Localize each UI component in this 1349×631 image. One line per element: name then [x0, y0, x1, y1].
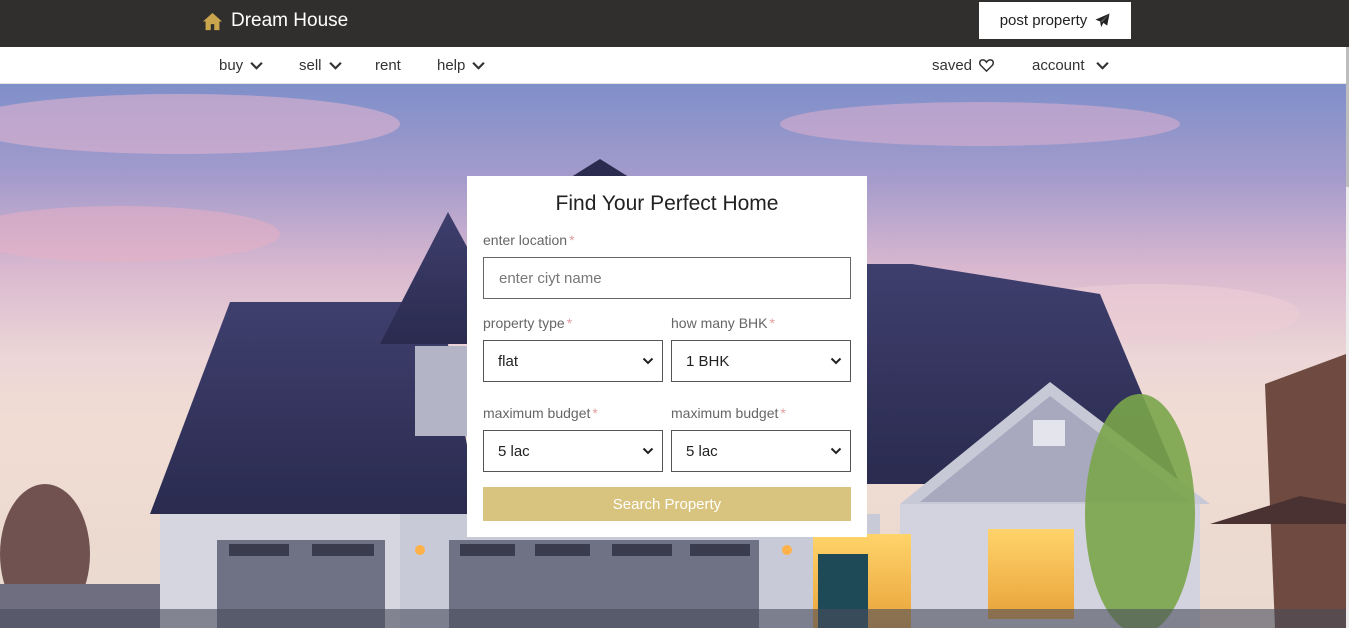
post-property-button[interactable]: post property: [979, 2, 1131, 39]
budget-label-1-text: maximum budget: [483, 405, 591, 421]
budget-value-2: 5 lac: [686, 442, 718, 460]
brand-logo[interactable]: Dream House: [202, 10, 348, 32]
nav-saved[interactable]: saved: [932, 57, 995, 74]
nav-sell[interactable]: sell: [299, 57, 342, 74]
top-header: Dream House post property: [0, 0, 1349, 47]
nav-sell-label: sell: [299, 57, 322, 74]
home-icon: [203, 12, 222, 30]
property-type-value: flat: [498, 352, 519, 370]
property-type-label-text: property type: [483, 315, 565, 331]
search-card-title: Find Your Perfect Home: [555, 192, 779, 215]
bhk-label: how many BHK *: [671, 315, 775, 331]
chevron-down-icon: [642, 447, 654, 455]
location-label-text: enter location: [483, 232, 568, 248]
main-nav: buy sell rent help saved account: [0, 47, 1349, 84]
budget-label-2-text: maximum budget: [671, 405, 779, 421]
nav-account-label: account: [1032, 57, 1085, 74]
chevron-down-icon: [830, 357, 842, 365]
bhk-select[interactable]: 1 BHK: [671, 340, 851, 382]
nav-buy[interactable]: buy: [219, 57, 263, 74]
location-input[interactable]: [483, 257, 851, 299]
chevron-down-icon: [328, 62, 342, 70]
budget-select-2[interactable]: 5 lac: [671, 430, 851, 472]
budget-label-2: maximum budget *: [671, 405, 786, 421]
property-type-label: property type *: [483, 315, 572, 331]
budget-select-1[interactable]: 5 lac: [483, 430, 663, 472]
bhk-label-text: how many BHK: [671, 315, 768, 331]
required-mark: *: [592, 405, 598, 421]
nav-help-label: help: [437, 57, 466, 74]
paper-plane-icon: [1095, 13, 1110, 28]
brand-name: Dream House: [231, 10, 349, 31]
nav-account[interactable]: account: [1032, 57, 1109, 74]
nav-rent[interactable]: rent: [375, 57, 401, 74]
chevron-down-icon: [1095, 62, 1109, 70]
nav-saved-label: saved: [932, 57, 973, 74]
bhk-value: 1 BHK: [686, 352, 730, 370]
chevron-down-icon: [250, 62, 263, 70]
required-mark: *: [769, 315, 775, 331]
search-card: Find Your Perfect Home enter location* p…: [467, 176, 867, 537]
required-mark: *: [569, 232, 575, 248]
nav-buy-label: buy: [219, 57, 244, 74]
nav-help[interactable]: help: [437, 57, 486, 74]
search-property-button[interactable]: Search Property: [483, 487, 851, 521]
nav-rent-label: rent: [375, 57, 401, 74]
chevron-down-icon: [642, 357, 654, 365]
required-mark: *: [780, 405, 786, 421]
budget-label-1: maximum budget *: [483, 405, 598, 421]
budget-value-1: 5 lac: [498, 442, 530, 460]
heart-icon: [979, 59, 995, 73]
required-mark: *: [566, 315, 573, 331]
post-property-label: post property: [999, 12, 1088, 29]
property-type-select[interactable]: flat: [483, 340, 663, 382]
location-label: enter location *: [483, 232, 575, 248]
chevron-down-icon: [830, 447, 842, 455]
chevron-down-icon: [472, 62, 486, 70]
